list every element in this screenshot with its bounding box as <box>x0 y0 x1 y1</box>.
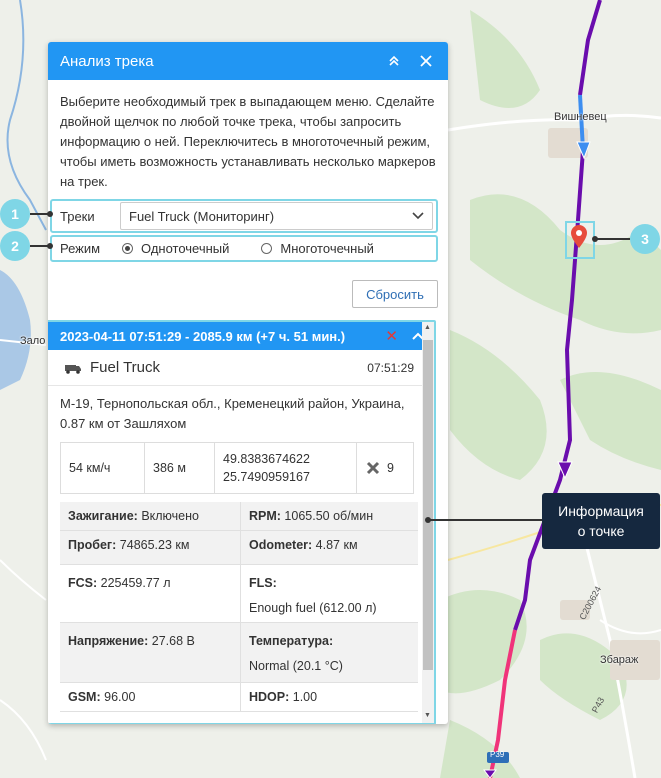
callout-line <box>594 238 630 240</box>
satellite-icon <box>366 461 380 475</box>
callout-dot <box>47 243 53 249</box>
callout-dot <box>47 211 53 217</box>
tracks-select-value: Fuel Truck (Мониторинг) <box>129 208 275 224</box>
point-stats: 54 км/ч 386 м 49.8383674622 25.749095916… <box>60 442 414 494</box>
map-label-town: Збараж <box>600 654 639 666</box>
scroll-up-icon[interactable]: ▲ <box>424 324 431 331</box>
radio-single[interactable] <box>122 243 133 254</box>
remove-point-icon[interactable]: ✕ <box>385 327 398 345</box>
param-cell: FCS: 225459.77 л <box>60 565 240 623</box>
road-shield: Р39 <box>490 750 505 759</box>
callout-number-2: 2 <box>0 231 30 261</box>
callout-line <box>428 519 542 521</box>
param-cell: Зажигание: Включено <box>60 502 240 531</box>
truck-icon <box>65 364 81 374</box>
map-label-town: Вишневец <box>554 111 607 123</box>
latitude-value: 49.8383674622 <box>223 452 310 466</box>
scroll-down-icon[interactable]: ▼ <box>424 712 431 719</box>
param-cell: Напряжение: 27.68 В <box>60 623 240 683</box>
callout-number-1: 1 <box>0 199 30 229</box>
longitude-value: 25.7490959167 <box>223 470 310 484</box>
collapse-button[interactable] <box>384 51 404 71</box>
param-cell: RPM: 1065.50 об/мин <box>240 502 418 531</box>
point-info-header[interactable]: 2023-04-11 07:51:29 - 2085.9 км (+7 ч. 5… <box>48 322 434 350</box>
mode-row: Режим Одноточечный Многоточечный <box>50 235 438 262</box>
point-info-title: 2023-04-11 07:51:29 - 2085.9 км (+7 ч. 5… <box>60 328 346 344</box>
unit-name: Fuel Truck <box>90 359 161 376</box>
satellites-value: 9 <box>387 461 394 475</box>
panel-header: Анализ трека <box>48 42 448 80</box>
unit-time: 07:51:29 <box>367 360 414 375</box>
tooltip-line-1: Информация <box>558 503 644 519</box>
double-chevron-up-icon <box>389 55 399 66</box>
param-cell: Температура: Normal (20.1 °C) <box>240 623 418 683</box>
altitude-value: 386 м <box>145 443 215 493</box>
speed-value: 54 км/ч <box>61 443 145 493</box>
close-icon <box>420 55 432 67</box>
reset-button[interactable]: Сбросить <box>352 280 438 308</box>
mode-single-label: Одноточечный <box>141 241 230 256</box>
point-info-tooltip: Информация о точке <box>542 493 660 549</box>
map-label-town: Зало <box>20 335 46 347</box>
tracks-label: Треки <box>60 208 95 224</box>
param-cell: FLS: Enough fuel (612.00 л) <box>240 565 418 623</box>
satellites-cell: 9 <box>357 443 417 493</box>
param-cell: Пробег: 74865.23 км <box>60 531 240 565</box>
track-analysis-panel: Анализ трека Выберите необходимый трек в… <box>48 42 448 724</box>
mode-label: Режим <box>60 241 101 256</box>
param-cell: Odometer: 4.87 км <box>240 531 418 565</box>
tracks-row: Треки Fuel Truck (Мониторинг) <box>50 199 438 233</box>
panel-title: Анализ трека <box>60 52 154 70</box>
unit-row: Fuel Truck 07:51:29 <box>48 350 424 386</box>
params-table: Зажигание: Включено RPM: 1065.50 об/мин … <box>60 502 418 712</box>
callout-number-3: 3 <box>630 224 660 254</box>
coordinates: 49.8383674622 25.7490959167 <box>215 443 357 493</box>
callout-dot <box>592 236 598 242</box>
close-button[interactable] <box>416 51 436 71</box>
mode-single-option[interactable]: Одноточечный <box>122 241 229 256</box>
scroll-thumb[interactable] <box>423 340 433 670</box>
mode-multi-label: Многоточечный <box>280 241 374 256</box>
tracks-select[interactable]: Fuel Truck (Мониторинг) <box>120 202 433 230</box>
callout-dot <box>425 517 431 523</box>
point-address: М-19, Тернопольская обл., Кременецкий ра… <box>60 396 405 431</box>
chevron-down-icon <box>412 212 424 220</box>
point-info-block: 2023-04-11 07:51:29 - 2085.9 км (+7 ч. 5… <box>48 320 436 724</box>
point-info-body: Fuel Truck 07:51:29 М-19, Тернопольская … <box>48 350 424 712</box>
radio-multi[interactable] <box>261 243 273 254</box>
mode-multi-option[interactable]: Многоточечный <box>261 241 374 256</box>
param-cell: HDOP: 1.00 <box>240 683 418 712</box>
tooltip-line-2: о точке <box>577 523 625 539</box>
param-cell: GSM: 96.00 <box>60 683 240 712</box>
